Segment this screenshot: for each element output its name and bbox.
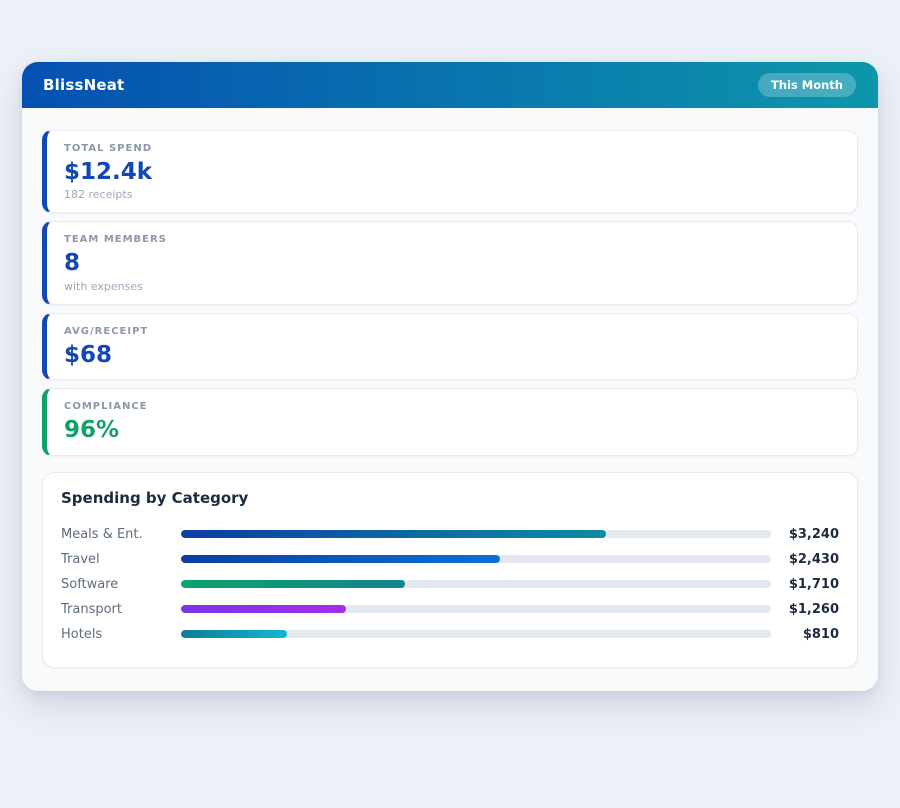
stat-card-avg-receipt: AVG/RECEIPT $68 bbox=[42, 313, 858, 380]
bar-fill bbox=[181, 580, 405, 588]
chart-row-hotels: Hotels $810 bbox=[61, 622, 839, 647]
stat-card-team-members: TEAM MEMBERS 8 with expenses bbox=[42, 221, 858, 304]
stat-label: TOTAL SPEND bbox=[64, 143, 840, 154]
category-label: Hotels bbox=[61, 627, 181, 642]
stat-label: COMPLIANCE bbox=[64, 401, 840, 412]
stat-card-compliance: COMPLIANCE 96% bbox=[42, 388, 858, 455]
stat-value: 8 bbox=[64, 250, 840, 276]
spending-by-category-card: Spending by Category Meals & Ent. $3,240… bbox=[42, 472, 858, 668]
chart-row-travel: Travel $2,430 bbox=[61, 547, 839, 572]
category-label: Meals & Ent. bbox=[61, 527, 181, 542]
bar-track bbox=[181, 630, 771, 638]
stat-card-total-spend: TOTAL SPEND $12.4k 182 receipts bbox=[42, 130, 858, 213]
bar-fill bbox=[181, 555, 500, 563]
stat-subtext: with expenses bbox=[64, 280, 840, 293]
bar-fill bbox=[181, 530, 606, 538]
category-label: Transport bbox=[61, 602, 181, 617]
category-value: $810 bbox=[771, 627, 839, 642]
category-value: $1,710 bbox=[771, 577, 839, 592]
bar-fill bbox=[181, 605, 346, 613]
stat-label: AVG/RECEIPT bbox=[64, 326, 840, 337]
bar-track bbox=[181, 580, 771, 588]
bar-track bbox=[181, 605, 771, 613]
period-badge[interactable]: This Month bbox=[758, 73, 856, 97]
dashboard-content: TOTAL SPEND $12.4k 182 receipts TEAM MEM… bbox=[22, 108, 878, 691]
category-value: $2,430 bbox=[771, 552, 839, 567]
stat-label: TEAM MEMBERS bbox=[64, 234, 840, 245]
bar-track bbox=[181, 530, 771, 538]
app-title: BlissNeat bbox=[43, 76, 124, 94]
stat-value: 96% bbox=[64, 417, 840, 443]
stat-subtext: 182 receipts bbox=[64, 188, 840, 201]
category-label: Software bbox=[61, 577, 181, 592]
stat-value: $12.4k bbox=[64, 159, 840, 185]
app-header: BlissNeat This Month bbox=[22, 62, 878, 108]
category-label: Travel bbox=[61, 552, 181, 567]
bar-track bbox=[181, 555, 771, 563]
category-value: $1,260 bbox=[771, 602, 839, 617]
chart-row-software: Software $1,710 bbox=[61, 572, 839, 597]
chart-row-transport: Transport $1,260 bbox=[61, 597, 839, 622]
dashboard-panel: BlissNeat This Month TOTAL SPEND $12.4k … bbox=[22, 62, 878, 691]
chart-row-meals: Meals & Ent. $3,240 bbox=[61, 522, 839, 547]
stat-value: $68 bbox=[64, 342, 840, 368]
bar-fill bbox=[181, 630, 287, 638]
chart-title: Spending by Category bbox=[61, 489, 839, 507]
category-value: $3,240 bbox=[771, 527, 839, 542]
